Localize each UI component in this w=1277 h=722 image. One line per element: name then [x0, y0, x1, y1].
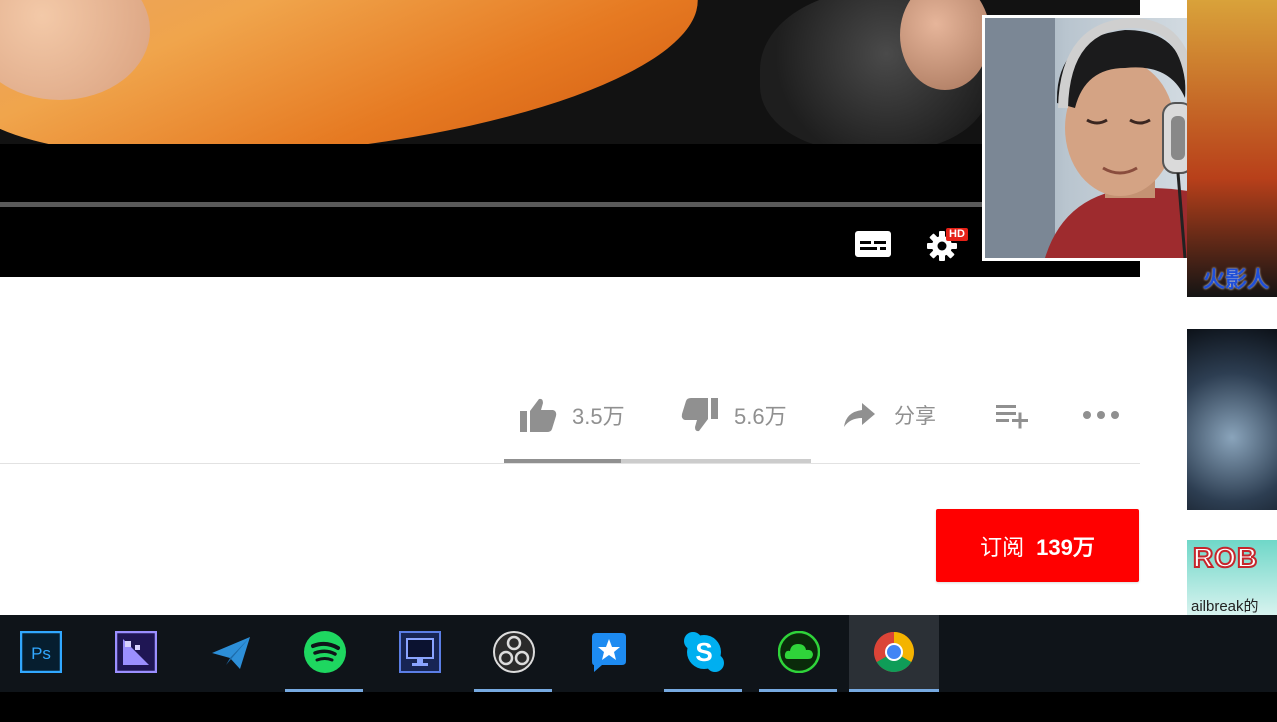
- subscriber-count: 139万: [1036, 534, 1095, 560]
- more-actions-button[interactable]: [1082, 395, 1120, 435]
- paper-plane-icon: [210, 631, 252, 673]
- thumbnail-sub-text: ailbreak的: [1191, 598, 1259, 615]
- taskbar-strip: Ps S: [0, 615, 1277, 692]
- taskbar-item-cloud-app[interactable]: [759, 615, 837, 692]
- chrome-icon: [873, 631, 915, 673]
- recommended-video-thumbnail[interactable]: ROB ailbreak的: [1187, 540, 1277, 615]
- running-indicator: [285, 689, 363, 692]
- running-indicator: [664, 689, 742, 692]
- spotify-icon: [304, 631, 346, 673]
- like-button[interactable]: 3.5万: [518, 395, 625, 435]
- thumbs-up-icon: [520, 398, 557, 432]
- taskbar-item-photoshop[interactable]: Ps: [1, 615, 79, 692]
- settings-button[interactable]: HD: [924, 226, 970, 262]
- subtitles-button[interactable]: [854, 230, 892, 258]
- recommended-video-thumbnail[interactable]: [1187, 329, 1277, 510]
- video-frame[interactable]: [0, 0, 1140, 144]
- playlist-add-icon: [996, 405, 1028, 429]
- taskbar-item-media-encoder[interactable]: [96, 615, 174, 692]
- taskbar: Ps S: [0, 615, 1277, 722]
- running-indicator: [849, 689, 939, 692]
- progress-bar[interactable]: [0, 202, 1140, 207]
- running-indicator: [759, 689, 837, 692]
- taskbar-item-chrome[interactable]: [849, 615, 939, 692]
- svg-text:Ps: Ps: [31, 644, 51, 663]
- obs-icon: [493, 631, 535, 673]
- more-horizontal-icon: [1083, 411, 1119, 419]
- subscribe-label: 订阅: [980, 535, 1025, 561]
- share-label: 分享: [894, 404, 936, 428]
- like-count: 3.5万: [572, 404, 625, 429]
- dislike-button[interactable]: 5.6万: [680, 395, 787, 435]
- star-chat-icon: [588, 631, 630, 673]
- taskbar-item-star-chat-app[interactable]: [569, 615, 647, 692]
- svg-text:S: S: [695, 637, 712, 667]
- dislike-count: 5.6万: [734, 404, 787, 429]
- thumbs-down-icon: [681, 398, 718, 432]
- add-to-playlist-button[interactable]: [994, 395, 1030, 435]
- thumbnail-overlay-text: 火影人: [1203, 268, 1270, 293]
- running-indicator: [474, 689, 552, 692]
- video-player[interactable]: HD: [0, 0, 1140, 277]
- skype-icon: S: [683, 631, 725, 673]
- subscribe-button[interactable]: 订阅 139万: [936, 509, 1139, 582]
- share-button[interactable]: 分享: [842, 395, 936, 435]
- monitor-icon: [399, 631, 441, 673]
- taskbar-item-skype[interactable]: S: [664, 615, 742, 692]
- share-arrow-icon: [844, 403, 875, 427]
- taskbar-item-monitor-app[interactable]: [380, 615, 458, 692]
- taskbar-item-obs[interactable]: [474, 615, 552, 692]
- recommended-video-thumbnail[interactable]: 火影人: [1187, 0, 1277, 297]
- hd-badge: HD: [946, 228, 968, 241]
- photoshop-icon: Ps: [20, 631, 62, 673]
- taskbar-item-paper-plane-app[interactable]: [191, 615, 269, 692]
- cloud-icon: [778, 631, 820, 673]
- subtitles-icon: [855, 231, 891, 257]
- divider: [0, 463, 1140, 464]
- media-encoder-icon: [115, 631, 157, 673]
- taskbar-item-spotify[interactable]: [285, 615, 363, 692]
- thumbnail-overlay-text: ROB: [1192, 541, 1259, 574]
